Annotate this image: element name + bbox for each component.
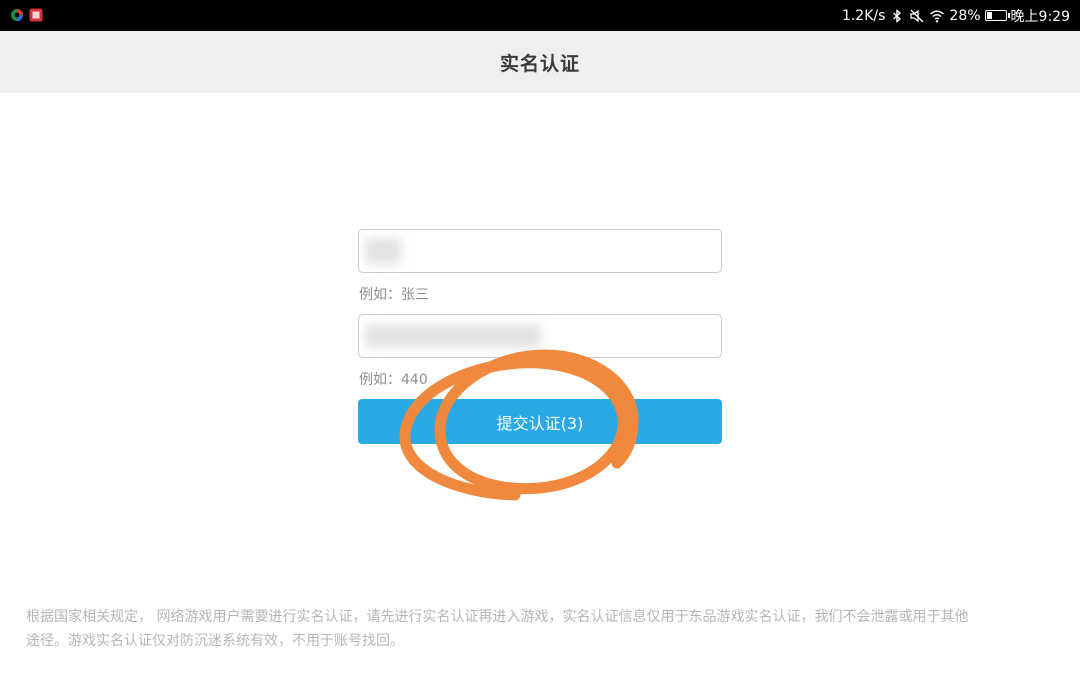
mute-icon	[910, 9, 924, 22]
real-name-hint: 例如：张三	[359, 287, 429, 303]
real-name-input[interactable]	[358, 229, 722, 273]
battery-icon	[984, 10, 1010, 21]
annotation-scribble	[399, 349, 639, 501]
battery-percent: 28%	[949, 7, 981, 24]
wifi-icon	[930, 10, 945, 22]
app-icon-2	[29, 8, 43, 22]
bluetooth-icon	[893, 8, 902, 23]
clock: 晚上9:29	[1010, 8, 1070, 25]
battery-level	[986, 12, 992, 19]
legal-notice: 根据国家相关规定， 网络游戏用户需要进行实名认证，请先进行实名认证再进入游戏，实…	[26, 605, 1056, 653]
status-bar: 1.2K/s 28% 晚上9:29	[0, 0, 1080, 31]
app-icon-1	[11, 9, 23, 21]
legal-notice-line-2: 途径。游戏实名认证仅对防沉迷系统有效，不用于账号找回。	[26, 633, 404, 649]
redacted-value	[365, 238, 401, 264]
network-speed: 1.2K/s	[841, 7, 886, 24]
legal-notice-line-1: 根据国家相关规定， 网络游戏用户需要进行实名认证，请先进行实名认证再进入游戏，实…	[26, 609, 969, 625]
page-title: 实名认证	[499, 52, 580, 75]
header: 实名认证	[0, 31, 1080, 93]
